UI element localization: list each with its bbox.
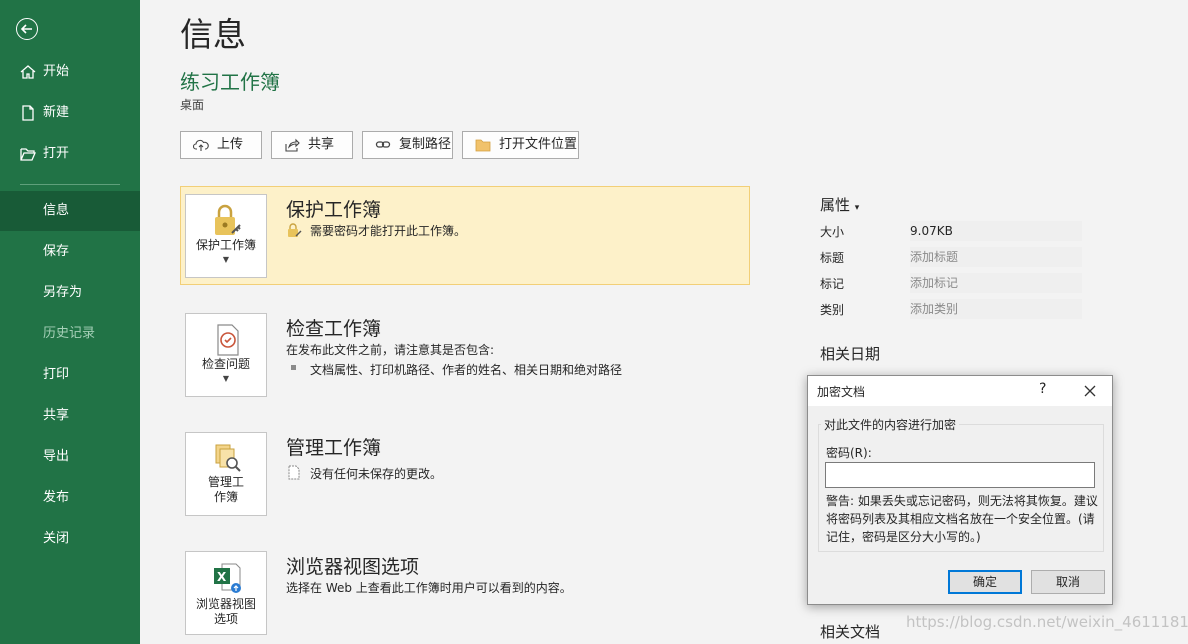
open-location-button[interactable]: 打开文件位置 — [462, 131, 579, 159]
sidebar-item-export[interactable]: 导出 — [0, 437, 140, 477]
sidebar-item-new[interactable]: 新建 — [0, 93, 140, 133]
cancel-button[interactable]: 取消 — [1031, 570, 1105, 594]
sidebar-divider — [20, 184, 120, 185]
property-key: 大小 — [820, 225, 845, 239]
sidebar-item-label: 保存 — [43, 244, 70, 259]
excel-browser-icon: X — [214, 563, 241, 593]
copy-path-label: 复制路径 — [399, 137, 452, 152]
folder-icon — [475, 139, 491, 152]
sidebar-item-print[interactable]: 打印 — [0, 355, 140, 395]
chevron-down-icon: ▼ — [222, 374, 230, 383]
sidebar-item-label: 打开 — [43, 146, 70, 161]
cloud-upload-icon — [193, 139, 209, 151]
sidebar-item-label: 共享 — [43, 408, 70, 423]
upload-label: 上传 — [217, 137, 244, 152]
dialog-titlebar[interactable]: 加密文档 ? — [808, 376, 1112, 406]
password-input[interactable] — [825, 462, 1095, 488]
inspect-document-icon — [217, 324, 239, 356]
watermark: https://blog.csdn.net/weixin_46111814 — [906, 613, 1188, 631]
workbook-location: 桌面 — [180, 98, 205, 112]
upload-button[interactable]: 上传 — [180, 131, 262, 159]
folder-open-icon — [20, 148, 36, 161]
sidebar-item-save[interactable]: 保存 — [0, 232, 140, 272]
sidebar-item-label: 打印 — [43, 367, 70, 382]
link-icon — [375, 141, 391, 148]
share-icon — [285, 138, 300, 152]
page-title: 信息 — [180, 15, 246, 54]
manage-workbook-button-label-2: 作簿 — [213, 490, 238, 504]
new-file-icon — [22, 105, 34, 121]
sidebar-item-label: 信息 — [43, 203, 70, 218]
property-key: 标记 — [820, 277, 845, 291]
properties-heading[interactable]: 属性 ▾ — [820, 194, 859, 215]
sidebar-item-close[interactable]: 关闭 — [0, 519, 140, 559]
check-issues-button-label: 检查问题 — [201, 357, 250, 371]
encrypt-document-dialog: 加密文档 ? 对此文件的内容进行加密 密码(R): 警告: 如果丢失或忘记密码，… — [807, 375, 1113, 605]
protect-title: 保护工作簿 — [286, 199, 382, 221]
inspect-title: 检查工作簿 — [286, 318, 382, 340]
property-size-value: 9.07KB — [910, 221, 1082, 241]
unsaved-doc-icon — [288, 465, 300, 480]
lock-key-icon — [215, 204, 241, 235]
property-key: 标题 — [820, 251, 845, 265]
property-key: 类别 — [820, 303, 845, 317]
password-warning: 警告: 如果丢失或忘记密码，则无法将其恢复。建议将密码列表及其相应文档名放在一个… — [826, 494, 1098, 544]
open-location-label: 打开文件位置 — [499, 137, 578, 152]
protect-description: 需要密码才能打开此工作簿。 — [310, 224, 467, 238]
inspect-description: 在发布此文件之前，请注意其是否包含: — [286, 343, 495, 357]
properties-heading-label: 属性 — [820, 196, 851, 214]
sidebar-item-label: 开始 — [43, 64, 70, 79]
sidebar-item-label: 历史记录 — [43, 326, 96, 341]
bullet-icon — [291, 365, 296, 370]
sidebar-item-label: 新建 — [43, 105, 70, 120]
sidebar-item-label: 关闭 — [43, 531, 70, 546]
related-dates-heading: 相关日期 — [820, 345, 881, 363]
home-icon — [20, 65, 36, 79]
browser-view-title: 浏览器视图选项 — [286, 556, 420, 578]
copy-path-button[interactable]: 复制路径 — [362, 131, 453, 159]
sidebar-item-share[interactable]: 共享 — [0, 396, 140, 436]
sidebar-item-save-as[interactable]: 另存为 — [0, 273, 140, 313]
sidebar-item-label: 另存为 — [43, 285, 83, 300]
share-label: 共享 — [308, 137, 335, 152]
password-label: 密码(R): — [826, 446, 872, 460]
help-button[interactable]: ? — [1039, 381, 1046, 397]
related-documents-heading: 相关文档 — [820, 623, 881, 641]
small-lock-icon — [288, 223, 302, 237]
check-issues-button[interactable]: 检查问题 ▼ — [185, 313, 267, 397]
sidebar-item-info[interactable]: 信息 — [0, 191, 140, 231]
browser-view-description: 选择在 Web 上查看此工作簿时用户可以看到的内容。 — [286, 581, 572, 595]
svg-text:X: X — [217, 570, 227, 584]
browser-view-button-label-1: 浏览器视图 — [195, 597, 256, 611]
property-tags-field[interactable]: 添加标记 — [910, 273, 1082, 293]
share-button[interactable]: 共享 — [271, 131, 353, 159]
sidebar-item-open[interactable]: 打开 — [0, 134, 140, 174]
sidebar-item-home[interactable]: 开始 — [0, 52, 140, 92]
chevron-down-icon: ▾ — [854, 203, 860, 213]
sidebar-item-label: 导出 — [43, 449, 70, 464]
manage-workbook-button[interactable]: 管理工 作簿 — [185, 432, 267, 516]
dialog-title: 加密文档 — [817, 385, 866, 399]
sidebar-item-label: 发布 — [43, 490, 70, 505]
workbook-name: 练习工作簿 — [180, 70, 280, 94]
browser-view-options-button[interactable]: X 浏览器视图 选项 — [185, 551, 267, 635]
property-category-field[interactable]: 添加类别 — [910, 299, 1082, 319]
chevron-down-icon: ▼ — [222, 255, 230, 264]
sidebar-item-publish[interactable]: 发布 — [0, 478, 140, 518]
property-title-field[interactable]: 添加标题 — [910, 247, 1082, 267]
back-arrow-icon[interactable] — [16, 18, 38, 40]
close-icon[interactable] — [1080, 381, 1100, 401]
backstage-sidebar: 开始 新建 打开 信息 保存 另存为 历史记录 打印 共享 导出 发布 关闭 — [0, 0, 140, 644]
manage-description: 没有任何未保存的更改。 — [310, 467, 443, 481]
manage-versions-icon — [215, 444, 241, 472]
browser-view-button-label-2: 选项 — [213, 612, 238, 626]
protect-workbook-button-label: 保护工作簿 — [195, 238, 256, 252]
sidebar-item-history[interactable]: 历史记录 — [0, 314, 140, 354]
manage-title: 管理工作簿 — [286, 437, 382, 459]
inspect-bullet: 文档属性、打印机路径、作者的姓名、相关日期和绝对路径 — [310, 363, 623, 377]
protect-workbook-button[interactable]: 保护工作簿 ▼ — [185, 194, 267, 278]
ok-button[interactable]: 确定 — [948, 570, 1022, 594]
encrypt-group-label: 对此文件的内容进行加密 — [821, 416, 960, 433]
manage-workbook-button-label-1: 管理工 — [207, 475, 244, 489]
